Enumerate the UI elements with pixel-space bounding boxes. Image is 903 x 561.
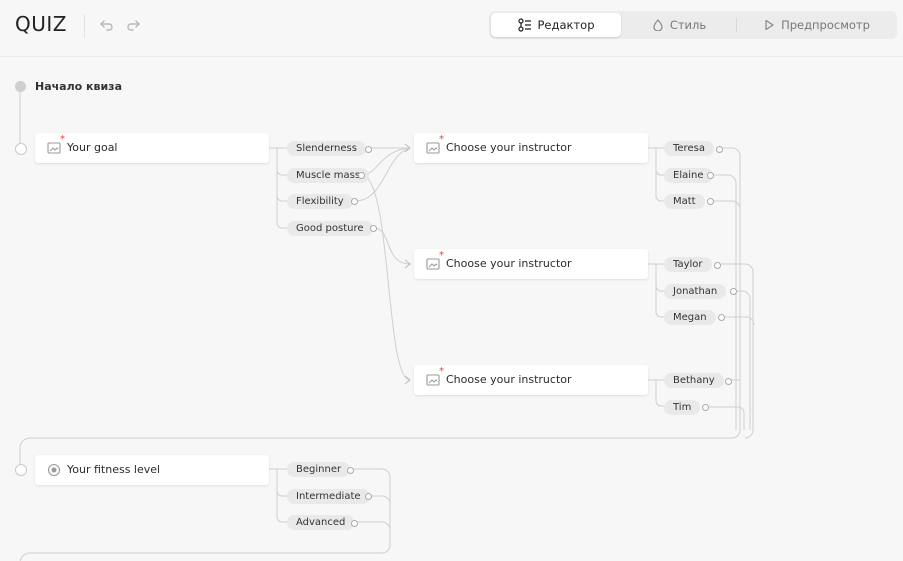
question-title: Choose your instructor xyxy=(446,257,572,270)
option-pill[interactable]: Bethany xyxy=(664,373,724,388)
option-port[interactable] xyxy=(730,288,737,295)
image-icon xyxy=(426,374,440,386)
option-port[interactable] xyxy=(358,172,365,179)
flow-canvas[interactable]: Начало квиза * Your goal Slenderness Mus… xyxy=(0,0,903,561)
start-label: Начало квиза xyxy=(35,80,122,93)
option-port[interactable] xyxy=(725,378,732,385)
option-pill[interactable]: Beginner xyxy=(287,462,351,477)
option-port[interactable] xyxy=(702,404,709,411)
required-mark: * xyxy=(439,366,444,377)
option-pill[interactable]: Intermediate xyxy=(287,489,370,504)
option-pill[interactable]: Slenderness xyxy=(287,141,366,156)
question-card[interactable]: * Choose your instructor xyxy=(414,133,648,163)
option-pill[interactable]: Flexibility xyxy=(287,194,353,209)
option-port[interactable] xyxy=(718,314,725,321)
option-port[interactable] xyxy=(370,225,377,232)
question-title: Choose your instructor xyxy=(446,141,572,154)
question-card[interactable]: Your fitness level xyxy=(35,455,269,485)
option-pill[interactable]: Elaine xyxy=(664,168,713,183)
image-icon xyxy=(426,142,440,154)
required-mark: * xyxy=(60,134,65,145)
option-pill[interactable]: Good posture xyxy=(287,221,373,236)
option-pill[interactable]: Taylor xyxy=(664,257,712,272)
question-title: Choose your instructor xyxy=(446,373,572,386)
option-pill[interactable]: Matt xyxy=(664,194,705,209)
input-anchor[interactable] xyxy=(15,464,27,476)
option-port[interactable] xyxy=(365,493,372,500)
option-pill[interactable]: Advanced xyxy=(287,515,355,530)
option-port[interactable] xyxy=(716,146,723,153)
option-pill[interactable]: Jonathan xyxy=(664,284,727,299)
required-mark: * xyxy=(439,134,444,145)
question-card[interactable]: * Your goal xyxy=(35,133,269,163)
question-card[interactable]: * Choose your instructor xyxy=(414,249,648,279)
option-port[interactable] xyxy=(707,198,714,205)
option-pill[interactable]: Muscle mass xyxy=(287,168,370,183)
option-port[interactable] xyxy=(351,520,358,527)
option-pill[interactable]: Tim xyxy=(664,400,701,415)
input-anchor[interactable] xyxy=(15,143,27,155)
option-pill[interactable]: Teresa xyxy=(664,141,714,156)
option-port[interactable] xyxy=(351,198,358,205)
question-title: Your goal xyxy=(67,141,118,154)
option-port[interactable] xyxy=(347,467,354,474)
question-card[interactable]: * Choose your instructor xyxy=(414,365,648,395)
image-icon xyxy=(426,258,440,270)
option-port[interactable] xyxy=(707,172,714,179)
radio-icon xyxy=(47,463,61,477)
option-port[interactable] xyxy=(714,262,721,269)
option-port[interactable] xyxy=(365,146,372,153)
start-node-dot xyxy=(15,81,26,92)
question-title: Your fitness level xyxy=(67,463,161,476)
required-mark: * xyxy=(439,250,444,261)
image-icon xyxy=(47,142,61,154)
option-pill[interactable]: Megan xyxy=(664,310,716,325)
